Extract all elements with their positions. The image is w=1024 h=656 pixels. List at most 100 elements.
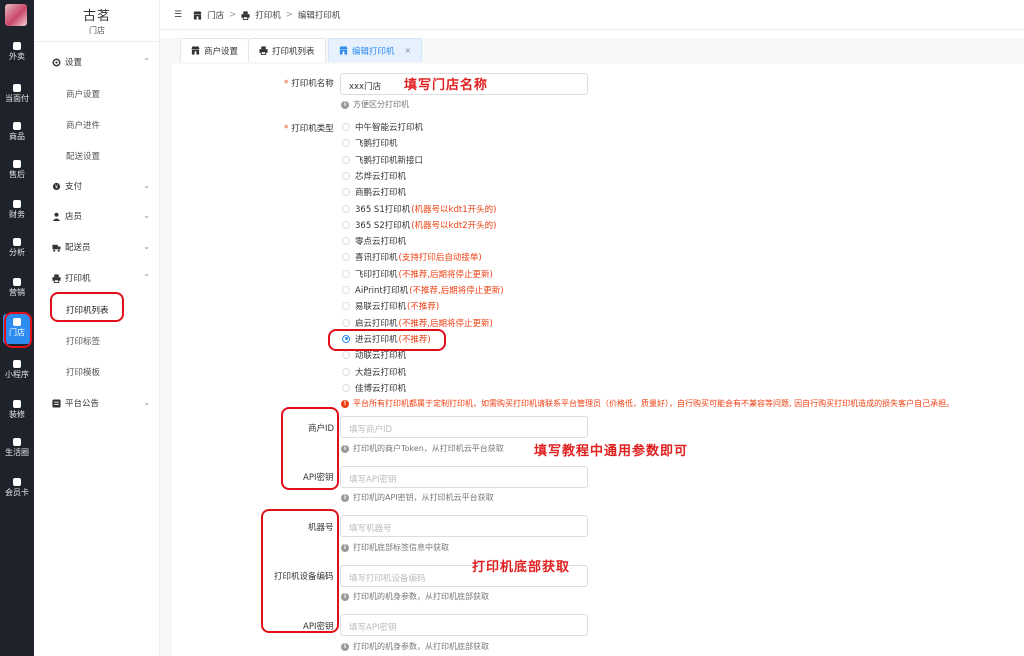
printer-type-option[interactable]: 零点云打印机 bbox=[342, 235, 406, 247]
merchant-id-hint: i 打印机的商户Token，从打印机云平台获取 bbox=[341, 443, 504, 454]
api-key-hint: i 打印机的API密钥，从打印机云平台获取 bbox=[341, 492, 494, 503]
rail-item-6[interactable]: 营销 bbox=[0, 274, 34, 306]
printer-type-option[interactable]: AiPrint打印机 (不推荐,后期将停止更新) bbox=[342, 284, 504, 296]
option-label: 中午智能云打印机 bbox=[355, 123, 424, 133]
printer-type-option[interactable]: 飞鹅打印机新接口 bbox=[342, 154, 423, 166]
radio-button[interactable] bbox=[342, 139, 350, 148]
rail-item-label: 装修 bbox=[9, 410, 25, 419]
option-note: (不推荐,后期将停止更新) bbox=[409, 286, 504, 296]
printer-type-option[interactable]: 365 S2打印机 (机器号以kdt2开头的) bbox=[342, 219, 496, 231]
api-key-input[interactable]: 填写API密钥 bbox=[340, 466, 588, 488]
highlight-box-device-params bbox=[261, 509, 339, 633]
radio-button[interactable] bbox=[342, 286, 350, 294]
radio-button[interactable] bbox=[342, 188, 350, 197]
scan-icon bbox=[13, 84, 21, 92]
rail-item-label: 分析 bbox=[9, 248, 25, 257]
printer-type-option[interactable]: 易联云打印机 (不推荐) bbox=[342, 300, 439, 312]
rail-item-1[interactable]: 当面付 bbox=[0, 80, 34, 112]
printer-type-option[interactable]: 飞鹅打印机 bbox=[342, 137, 398, 149]
radio-button[interactable] bbox=[342, 204, 350, 213]
radio-button[interactable] bbox=[342, 237, 350, 246]
radio-button[interactable] bbox=[342, 171, 350, 180]
avatar[interactable] bbox=[5, 4, 27, 26]
chat-icon bbox=[13, 360, 21, 368]
tab-merchant-settings[interactable]: 商户设置 bbox=[180, 38, 250, 62]
finance-icon bbox=[13, 200, 21, 208]
rail-item-9[interactable]: 装修 bbox=[0, 396, 34, 428]
warning-text: 平台所有打印机都属于定制打印机，如需购买打印机请联系平台管理员（价格低，质量好）… bbox=[353, 399, 955, 408]
radio-button[interactable] bbox=[342, 220, 350, 229]
printer-type-option[interactable]: 大趋云打印机 bbox=[342, 366, 406, 378]
rail-item-8[interactable]: 小程序 bbox=[0, 356, 34, 388]
menu-group-clerk[interactable]: 店员 ⌄ bbox=[52, 209, 152, 223]
radio-button[interactable] bbox=[342, 269, 350, 278]
hint-text: 打印机的机身参数，从打印机底部获取 bbox=[353, 592, 489, 601]
collapse-menu-icon[interactable]: ☰ bbox=[174, 10, 182, 20]
merchant-id-input[interactable]: 填写商户ID bbox=[340, 416, 588, 438]
rail-item-label: 会员卡 bbox=[5, 488, 29, 497]
gear-icon bbox=[52, 58, 61, 66]
printer-type-option[interactable]: 365 S1打印机 (机器号以kdt1开头的) bbox=[342, 203, 496, 215]
printer-type-option[interactable]: 飞印打印机 (不推荐,后期将停止更新) bbox=[342, 268, 493, 280]
radio-button[interactable] bbox=[342, 253, 350, 262]
highlight-box-store-nav bbox=[4, 312, 32, 348]
menu-group-label: 店员 bbox=[65, 212, 83, 222]
chevron-down-icon: ⌄ bbox=[143, 181, 150, 190]
option-note: (机器号以kdt1开头的) bbox=[411, 204, 497, 215]
rail-item-11[interactable]: 会员卡 bbox=[0, 474, 34, 506]
printer-type-option[interactable]: 启云打印机 (不推荐,后期将停止更新) bbox=[342, 317, 493, 329]
menu-group-printer[interactable]: 打印机 ⌃ bbox=[52, 271, 152, 285]
rail-item-10[interactable]: 生活圈 bbox=[0, 434, 34, 466]
goods-icon bbox=[13, 122, 21, 130]
radio-button[interactable] bbox=[342, 302, 350, 311]
menu-group-courier[interactable]: 配送员 ⌄ bbox=[52, 240, 152, 254]
store-name: 古茗 bbox=[82, 9, 111, 24]
radio-button[interactable] bbox=[342, 383, 350, 392]
gift-icon bbox=[13, 278, 21, 286]
radio-button[interactable] bbox=[342, 318, 350, 327]
tab-printer-list[interactable]: 打印机列表 bbox=[248, 38, 326, 62]
rail-item-3[interactable]: 售后 bbox=[0, 156, 34, 188]
radio-button[interactable] bbox=[342, 123, 350, 131]
chevron-up-icon: ⌃ bbox=[143, 57, 150, 66]
printer-type-option[interactable]: 中午智能云打印机 bbox=[342, 121, 423, 133]
radio-button[interactable] bbox=[342, 367, 350, 376]
close-icon[interactable]: × bbox=[405, 46, 412, 55]
menu-group-notice[interactable]: 平台公告 ⌄ bbox=[52, 396, 152, 410]
menu-item-print-label[interactable]: 打印标签 bbox=[66, 335, 100, 347]
headset-icon bbox=[13, 160, 21, 168]
menu-group-label: 配送员 bbox=[65, 243, 91, 253]
rail-item-label: 当面付 bbox=[5, 94, 29, 103]
menu-item-delivery-settings[interactable]: 配送设置 bbox=[66, 150, 100, 162]
rail-item-2[interactable]: 商品 bbox=[0, 118, 34, 150]
menu-item-merchant-settings[interactable]: 商户设置 bbox=[66, 88, 100, 100]
menu-item-merchant-onboard[interactable]: 商户进件 bbox=[66, 119, 100, 131]
menu-group-payment[interactable]: ¥ 支付 ⌄ bbox=[52, 179, 152, 193]
rail-item-label: 外卖 bbox=[9, 52, 25, 61]
required-mark: * bbox=[284, 79, 289, 89]
printer-type-option[interactable]: 喜讯打印机 (支持打印后自动接单) bbox=[342, 251, 482, 263]
breadcrumb-printer[interactable]: 打印机 bbox=[255, 9, 281, 21]
rail-item-5[interactable]: 分析 bbox=[0, 234, 34, 266]
printer-type-option[interactable]: 佳博云打印机 bbox=[342, 382, 406, 394]
menu-group-settings[interactable]: 设置 ⌃ bbox=[52, 55, 152, 69]
rail-item-label: 商品 bbox=[9, 132, 25, 141]
label-text: 打印机名称 bbox=[291, 79, 334, 89]
store-submenu: 古茗 门店 设置 ⌃ 商户设置 商户进件 配送设置 ¥ 支付 ⌄ 店员 ⌄ 配送… bbox=[34, 0, 160, 656]
radio-button[interactable] bbox=[342, 155, 350, 164]
tab-edit-printer[interactable]: 编辑打印机 × bbox=[328, 38, 423, 62]
menu-item-print-template[interactable]: 打印模板 bbox=[66, 366, 100, 378]
page-tabs: 商户设置 打印机列表 编辑打印机 × bbox=[160, 38, 1024, 62]
rail-item-label: 小程序 bbox=[5, 370, 29, 379]
breadcrumb-store[interactable]: 门店 bbox=[207, 9, 224, 21]
machine-no-input[interactable]: 填写机器号 bbox=[340, 515, 588, 537]
printer-type-option[interactable]: 芯烨云打印机 bbox=[342, 170, 406, 182]
radio-button[interactable] bbox=[342, 351, 350, 360]
label-text: 打印机类型 bbox=[291, 124, 334, 134]
option-label: 商鹏云打印机 bbox=[355, 188, 407, 199]
rail-item-0[interactable]: 外卖 bbox=[0, 38, 34, 70]
api-key2-input[interactable]: 填写API密钥 bbox=[340, 614, 588, 636]
breadcrumb-separator: > bbox=[229, 10, 237, 20]
printer-type-option[interactable]: 商鹏云打印机 bbox=[342, 186, 406, 198]
rail-item-4[interactable]: 财务 bbox=[0, 196, 34, 228]
